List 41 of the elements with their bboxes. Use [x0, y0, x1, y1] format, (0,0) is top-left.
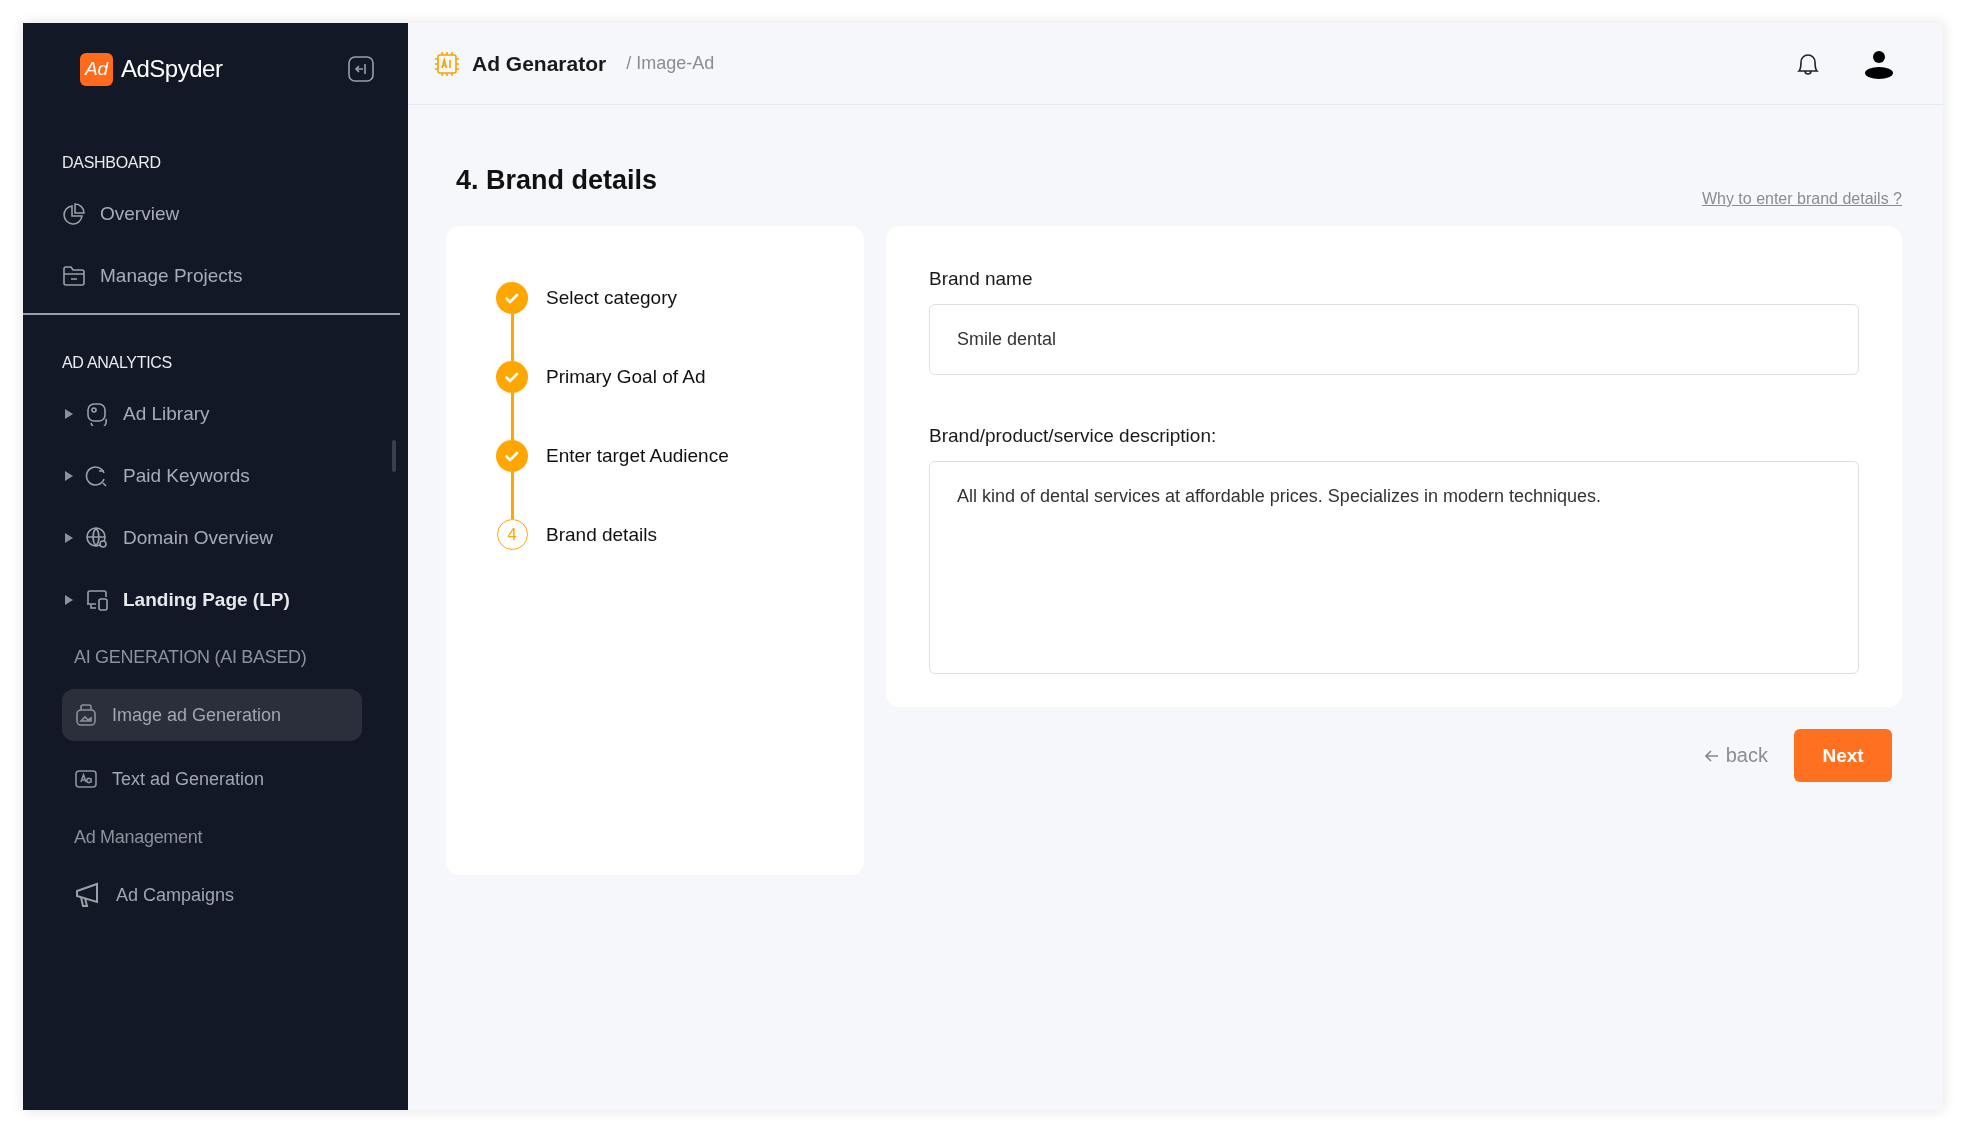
step-label: Primary Goal of Ad: [546, 365, 706, 389]
field-label: Brand/product/service description:: [929, 425, 1218, 447]
sidebar-item[interactable]: Landing Page (LP): [62, 575, 382, 625]
ai-chip-icon: [434, 50, 460, 77]
sidebar-item[interactable]: Manage Projects: [62, 251, 382, 301]
section-heading: AD ANALYTICS: [62, 353, 173, 373]
sidebar-item[interactable]: Paid Keywords: [62, 451, 382, 501]
page-header-title: Ad Genarator: [472, 51, 607, 76]
logo-mark: Ad: [80, 52, 113, 86]
arrow-left-icon: [1704, 749, 1719, 762]
step-label: Brand details: [546, 523, 657, 547]
sidebar-item[interactable]: Ad Campaigns: [62, 869, 362, 921]
input-field[interactable]: Smile dental: [929, 304, 1859, 375]
folder-icon: [62, 264, 86, 288]
step-label: Enter target Audience: [546, 444, 729, 468]
search-icon: [85, 464, 109, 488]
section-heading: Ad Management: [73, 826, 204, 849]
text-icon: [74, 767, 98, 791]
section-heading: DASHBOARD: [62, 153, 162, 173]
image-jar-icon: [74, 703, 98, 727]
caret-icon[interactable]: [65, 533, 73, 543]
textarea-field[interactable]: All kind of dental services at affordable prices. Specializes in modern techniques.: [929, 461, 1859, 674]
step-label: Select category: [546, 286, 677, 310]
sidebar-item[interactable]: Ad Library: [62, 389, 382, 439]
devices-icon: [85, 588, 109, 612]
page-title: 4. Brand details: [456, 165, 658, 196]
library-icon: [85, 402, 109, 426]
caret-icon[interactable]: [65, 471, 73, 481]
sidebar-item[interactable]: Domain Overview: [62, 513, 382, 563]
sidebar-item[interactable]: Overview: [62, 189, 382, 239]
caret-icon[interactable]: [65, 409, 73, 419]
section-heading: AI GENERATION (AI BASED): [73, 646, 308, 669]
logo-text: AdSpyder: [121, 55, 223, 83]
scrollbar-thumb[interactable]: [392, 440, 396, 472]
collapse-icon[interactable]: [348, 56, 374, 82]
sidebar-item[interactable]: Image ad Generation: [62, 689, 362, 741]
pie-chart-icon: [62, 202, 86, 226]
field-label: Brand name: [929, 268, 1034, 290]
sidebar-item[interactable]: Text ad Generation: [62, 753, 362, 805]
globe-icon: [85, 526, 109, 550]
caret-icon[interactable]: [65, 595, 73, 605]
